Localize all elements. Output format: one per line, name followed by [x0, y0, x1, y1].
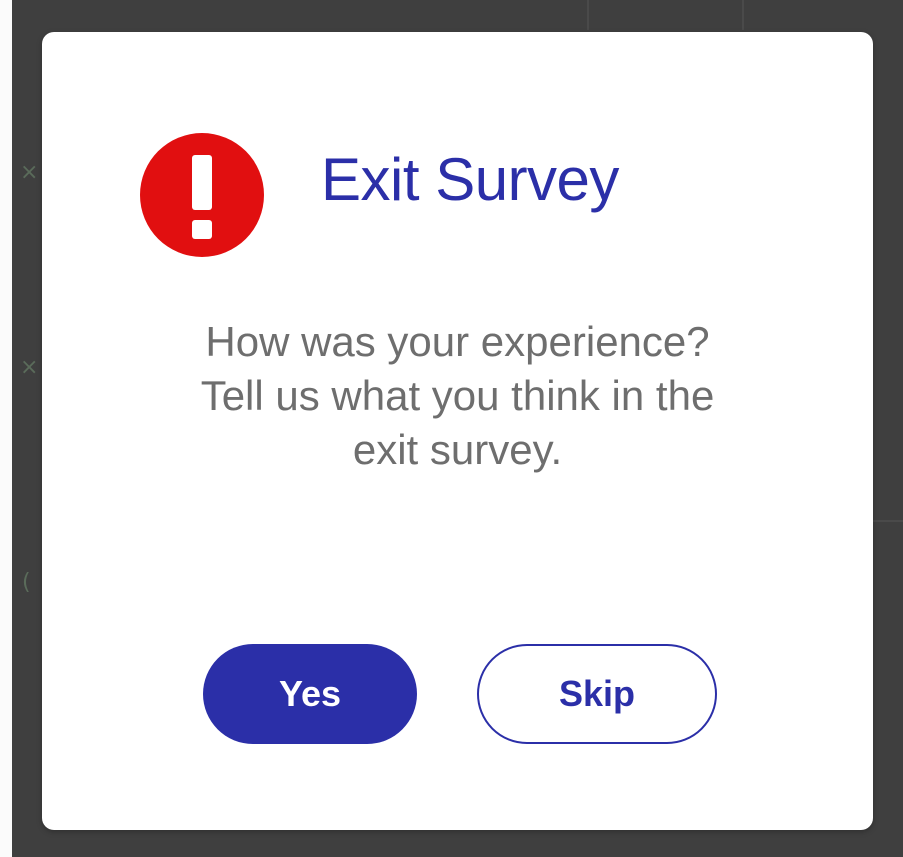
yes-button[interactable]: Yes: [203, 644, 417, 744]
backdrop-chart-mark: ×: [20, 355, 39, 380]
skip-button[interactable]: Skip: [477, 644, 717, 744]
dialog-message: How was your experience? Tell us what yo…: [42, 315, 873, 477]
backdrop-gridline: [742, 0, 744, 30]
exclamation-bar: [192, 155, 212, 210]
exclamation-dot: [192, 220, 212, 239]
backdrop-gridline: [873, 520, 903, 522]
alert-exclamation-icon: [140, 133, 264, 257]
message-line: exit survey.: [352, 426, 563, 473]
backdrop-chart-mark: (: [22, 570, 31, 595]
exit-survey-dialog: Exit Survey How was your experience? Tel…: [42, 32, 873, 830]
message-line: Tell us what you think in the: [200, 372, 715, 419]
dialog-title: Exit Survey: [321, 146, 619, 213]
backdrop-gridline: [587, 0, 589, 30]
backdrop-chart-mark: ×: [20, 160, 39, 185]
message-line: How was your experience?: [205, 318, 710, 365]
